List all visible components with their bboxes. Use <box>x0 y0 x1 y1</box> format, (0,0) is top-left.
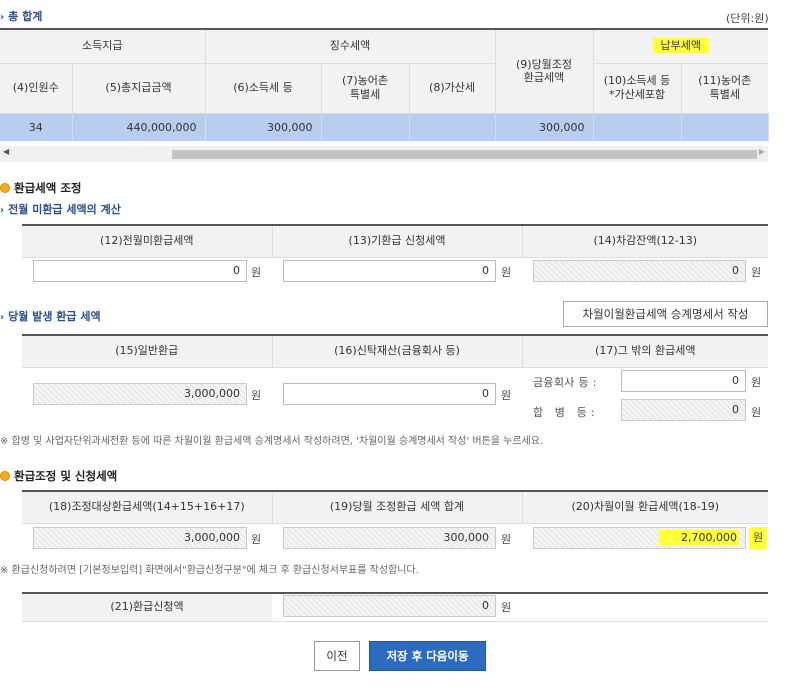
col-header-c13: (13)기환급 신청세액 <box>272 224 523 258</box>
apply-section-title: 환급조정 및 신청세액 <box>0 468 117 484</box>
refund-request-field: 0 <box>283 595 496 617</box>
payable-highlight: 납부세액 <box>652 38 710 54</box>
refund-adjust-title: 환급세액 조정 <box>0 180 81 196</box>
cell-c10 <box>593 113 682 141</box>
current-month-table-header: (15)일반환급 (16)신탁재산(금융회사 등) (17)그 밖의 환급세액 <box>22 334 768 368</box>
chevron-right-icon: › <box>0 312 5 323</box>
chevron-right-icon: › <box>0 205 5 216</box>
summary-table: 소득지급 징수세액 (9)당월조정 환급세액 납부세액 (4)인원수 (5)총지… <box>0 28 769 141</box>
carryover-note: ※ 합병 및 사업자단위과세전환 등에 따른 차월이월 환급세액 승계명세서 작… <box>0 436 544 447</box>
won-label: 원 <box>501 266 512 279</box>
adjust-target-field: 3,000,000 <box>33 527 247 549</box>
carryover-highlight: 2,700,000 <box>659 530 739 545</box>
prev-month-table-header: (12)전월미환급세액 (13)기환급 신청세액 (14)차감잔액(12-13) <box>22 224 768 258</box>
horizontal-scrollbar[interactable]: ◀ ▶ <box>0 146 768 162</box>
group-header-withheld: 징수세액 <box>205 28 496 64</box>
scrollbar-thumb[interactable] <box>172 150 757 159</box>
prev-button[interactable]: 이전 <box>314 641 360 671</box>
table-row[interactable]: 34 440,000,000 300,000 300,000 <box>0 113 769 141</box>
unit-label: (단위:원) <box>726 12 769 25</box>
col-header-c21: (21)환급신청액 <box>22 592 272 622</box>
col-header-c10: (10)소득세 등 *가산세포함 <box>593 62 682 114</box>
won-label: 원 <box>501 533 512 546</box>
current-month-section-title: › 당월 발생 환급 세액 <box>0 310 101 323</box>
financial-company-label: 금융회사 등 : <box>533 376 597 389</box>
balance-readonly-field: 0 <box>533 260 746 282</box>
col-header-c17: (17)그 밖의 환급세액 <box>522 334 768 368</box>
cell-c4: 34 <box>0 113 73 141</box>
won-label: 원 <box>751 376 762 389</box>
won-label: 원 <box>501 389 512 402</box>
general-refund-field: 3,000,000 <box>33 383 247 405</box>
apply-table-header: (18)조정대상환급세액(14+15+16+17) (19)당월 조정환급 세액… <box>22 490 768 524</box>
prev-unrefunded-input[interactable]: 0 <box>33 260 247 282</box>
won-label: 원 <box>251 266 262 279</box>
financial-company-input[interactable]: 0 <box>621 370 746 392</box>
bullet-icon <box>0 471 10 481</box>
col-header-c19: (19)당월 조정환급 세액 합계 <box>272 490 523 524</box>
col-header-c6: (6)소득세 등 <box>205 62 322 114</box>
col-header-c14: (14)차감잔액(12-13) <box>522 224 768 258</box>
won-label: 원 <box>251 389 262 402</box>
col-header-c9: (9)당월조정 환급세액 <box>495 28 594 114</box>
cell-c11 <box>681 113 769 141</box>
cell-c7 <box>321 113 410 141</box>
monthly-adjusted-total-field: 300,000 <box>283 527 496 549</box>
col-header-c15: (15)일반환급 <box>22 334 273 368</box>
won-label: 원 <box>251 533 262 546</box>
col-header-c12: (12)전월미환급세액 <box>22 224 273 258</box>
won-label-highlighted: 원 <box>749 527 768 549</box>
col-header-c18: (18)조정대상환급세액(14+15+16+17) <box>22 490 273 524</box>
group-header-payable: 납부세액 <box>593 28 769 64</box>
won-label: 원 <box>751 266 762 279</box>
col-header-c11: (11)농어촌 특별세 <box>681 62 769 114</box>
merger-label: 합 병 등 : <box>533 406 595 419</box>
col-header-c7: (7)농어촌 특별세 <box>321 62 410 114</box>
merger-field: 0 <box>621 399 746 421</box>
cell-c9: 300,000 <box>495 113 594 141</box>
cell-c5: 440,000,000 <box>72 113 206 141</box>
group-header-income: 소득지급 <box>0 28 206 64</box>
prev-refund-requested-input[interactable]: 0 <box>283 260 496 282</box>
chevron-right-icon: › <box>0 12 5 23</box>
col-header-c5: (5)총지급금액 <box>72 62 206 114</box>
save-next-button[interactable]: 저장 후 다음이동 <box>369 641 486 671</box>
scroll-left-icon[interactable]: ◀ <box>3 147 9 156</box>
col-header-c8: (8)가산세 <box>409 62 496 114</box>
cell-c6: 300,000 <box>205 113 322 141</box>
bullet-icon <box>0 183 10 193</box>
won-label: 원 <box>501 601 512 614</box>
scroll-right-icon[interactable]: ▶ <box>759 147 765 156</box>
trust-property-input[interactable]: 0 <box>283 383 496 405</box>
refund-apply-note: ※ 환급신청하려면 [기본정보입력] 화면에서"환급신청구분"에 체크 후 환급… <box>0 565 419 576</box>
summary-section-title: › 총 합계 <box>0 10 43 23</box>
prev-month-section-title: › 전월 미환급 세액의 계산 <box>0 203 121 216</box>
col-header-c16: (16)신탁재산(금융회사 등) <box>272 334 523 368</box>
won-label: 원 <box>751 406 762 419</box>
carryover-statement-button[interactable]: 차월이월환급세액 승계명세서 작성 <box>563 301 768 327</box>
col-header-c4: (4)인원수 <box>0 62 73 114</box>
cell-c8 <box>409 113 496 141</box>
col-header-c20: (20)차월이월 환급세액(18-19) <box>522 490 768 524</box>
next-month-carryover-field: 2,700,000 <box>533 527 746 549</box>
